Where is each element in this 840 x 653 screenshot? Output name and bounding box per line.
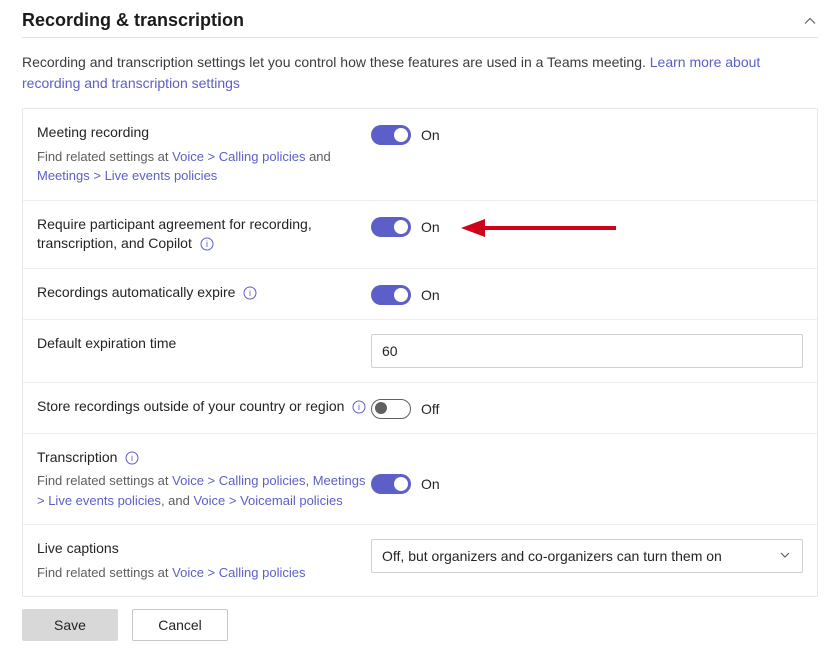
label-auto-expire: Recordings automatically expire (37, 284, 235, 300)
toggle-transcription[interactable] (371, 474, 411, 494)
sub-text: , and (161, 493, 194, 508)
info-icon[interactable]: i (125, 451, 139, 465)
link-voice-calling-policies[interactable]: Voice > Calling policies (172, 565, 305, 580)
select-value: Off, but organizers and co-organizers ca… (382, 548, 722, 564)
sub-live-captions: Find related settings at Voice > Calling… (37, 563, 371, 583)
annotation-arrow-icon (461, 213, 621, 243)
svg-text:i: i (206, 239, 208, 249)
toggle-state: On (421, 287, 440, 303)
label-default-expiration: Default expiration time (37, 335, 176, 351)
section-intro: Recording and transcription settings let… (22, 52, 818, 94)
info-icon[interactable]: i (243, 286, 257, 300)
toggle-store-outside[interactable] (371, 399, 411, 419)
row-live-captions: Live captions Find related settings at V… (23, 525, 817, 596)
row-store-outside: Store recordings outside of your country… (23, 383, 817, 434)
sub-meeting-recording: Find related settings at Voice > Calling… (37, 147, 371, 186)
svg-text:i: i (249, 288, 251, 298)
save-button[interactable]: Save (22, 609, 118, 641)
label-participant-agreement: Require participant agreement for record… (37, 216, 312, 252)
label-store-outside: Store recordings outside of your country… (37, 398, 344, 414)
sub-transcription: Find related settings at Voice > Calling… (37, 471, 371, 510)
sub-text: , (305, 473, 312, 488)
row-transcription: Transcription i Find related settings at… (23, 434, 817, 526)
svg-text:i: i (131, 453, 133, 463)
label-transcription: Transcription (37, 449, 117, 465)
row-meeting-recording: Meeting recording Find related settings … (23, 109, 817, 201)
toggle-state: On (421, 476, 440, 492)
toggle-state: Off (421, 401, 439, 417)
input-default-expiration[interactable] (371, 334, 803, 368)
link-voicemail-policies[interactable]: Voice > Voicemail policies (193, 493, 342, 508)
info-icon[interactable]: i (352, 400, 366, 414)
chevron-down-icon (778, 548, 792, 565)
intro-text: Recording and transcription settings let… (22, 54, 650, 70)
chevron-up-icon[interactable] (802, 13, 818, 29)
row-default-expiration: Default expiration time (23, 320, 817, 383)
section-header[interactable]: Recording & transcription (22, 10, 818, 38)
svg-text:i: i (358, 402, 360, 412)
link-live-events-policies[interactable]: Meetings > Live events policies (37, 168, 217, 183)
sub-text: Find related settings at (37, 473, 172, 488)
cancel-button[interactable]: Cancel (132, 609, 228, 641)
select-live-captions[interactable]: Off, but organizers and co-organizers ca… (371, 539, 803, 573)
sub-text: and (305, 149, 330, 164)
section-title: Recording & transcription (22, 10, 244, 31)
link-voice-calling-policies[interactable]: Voice > Calling policies (172, 473, 305, 488)
toggle-auto-expire[interactable] (371, 285, 411, 305)
row-auto-expire: Recordings automatically expire i On (23, 269, 817, 320)
sub-text: Find related settings at (37, 149, 172, 164)
settings-panel: Meeting recording Find related settings … (22, 108, 818, 597)
sub-text: Find related settings at (37, 565, 172, 580)
toggle-meeting-recording[interactable] (371, 125, 411, 145)
toggle-participant-agreement[interactable] (371, 217, 411, 237)
info-icon[interactable]: i (200, 237, 214, 251)
label-live-captions: Live captions (37, 539, 371, 559)
toggle-state: On (421, 219, 440, 235)
footer: Save Cancel (22, 609, 228, 641)
label-meeting-recording: Meeting recording (37, 123, 371, 143)
toggle-state: On (421, 127, 440, 143)
row-participant-agreement: Require participant agreement for record… (23, 201, 817, 269)
link-voice-calling-policies[interactable]: Voice > Calling policies (172, 149, 305, 164)
